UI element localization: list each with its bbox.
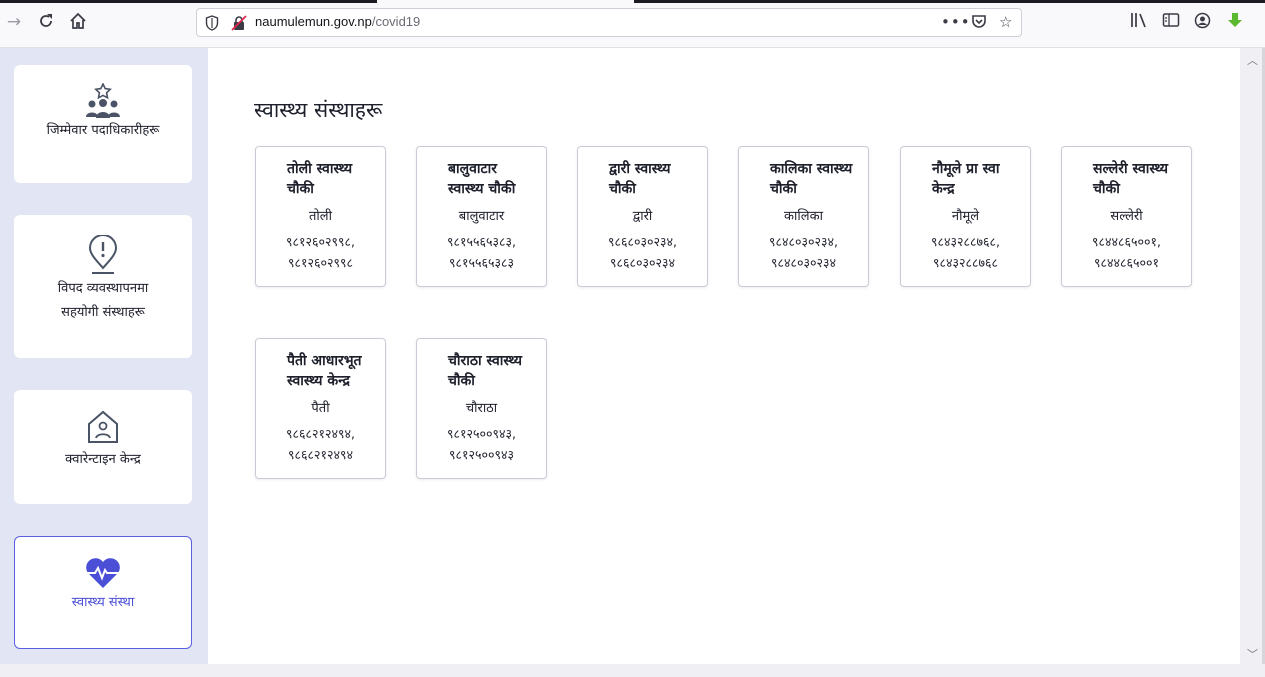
card-phone-2: ९८१५५६५३८३ (448, 255, 514, 270)
sidebar-item-label-line2: सहयोगी संस्थाहरू (61, 305, 145, 320)
card-name: नौमूले प्रा स्वा केन्द्र (932, 161, 1000, 197)
insecure-lock-icon[interactable] (231, 15, 247, 31)
alert-pin-icon (88, 235, 118, 274)
card-phone: ९८४८०३०२३४, ९८४८०३०२३४ (739, 231, 868, 286)
sidebar-item-disaster-partners[interactable]: विपद व्यवस्थापनमा सहयोगी संस्थाहरू (14, 215, 192, 358)
scroll-up-icon[interactable]: ︿ (1247, 52, 1258, 68)
card-phone-1: ९८६८०३०२३४, (608, 234, 677, 249)
window-bottom-edge (0, 664, 1265, 677)
sidebar-item-health-institutions[interactable]: स्वास्थ्य संस्था (14, 536, 192, 649)
card-name: कालिका स्वास्थ्य चौकी (770, 161, 853, 197)
card-phone: ९८४४८६५००१, ९८४४८६५००१ (1062, 231, 1191, 286)
card-phone: ९८६८२१२४९४, ९८६८२१२४९४ (256, 423, 385, 478)
card-name: तोली स्वास्थ्य चौकी (287, 161, 353, 197)
sidebar: जिम्मेवार पदाधिकारीहरू विपद व्यवस्थापनमा… (0, 48, 208, 664)
reload-icon[interactable] (36, 12, 56, 32)
pocket-icon[interactable] (971, 13, 987, 33)
back-icon[interactable]: → (4, 12, 24, 32)
health-card[interactable]: नौमूले प्रा स्वा केन्द्र नौमूले ९८४३२८८७… (900, 146, 1031, 287)
browser-toolbar: → naumulemun.gov.np/covid19 ••• ☆ (0, 0, 1265, 48)
health-card[interactable]: पैती आधारभूत स्वास्थ्य केन्द्र पैती ९८६८… (255, 338, 386, 479)
page-title: स्वास्थ्य संस्थाहरू (254, 98, 383, 122)
card-phone: ९८६८०३०२३४, ९८६८०३०२३४ (578, 231, 707, 286)
card-phone-2: ९८१२६०२९९८ (287, 255, 353, 270)
sidebar-item-label: विपद व्यवस्थापनमा (57, 281, 149, 296)
card-phone: ९८४३२८८७६८, ९८४३२८८७६८ (901, 231, 1030, 286)
sidebar-item-label: जिम्मेवार पदाधिकारीहरू (46, 123, 160, 138)
card-name: पैती आधारभूत स्वास्थ्य केन्द्र (287, 353, 362, 389)
card-phone-2: ९८४३२८८७६८ (932, 255, 998, 270)
card-place: बालुवाटार (458, 209, 505, 224)
card-place: द्वारी (632, 209, 653, 224)
home-icon[interactable] (68, 12, 88, 32)
card-phone-1: ९८४४८६५००१, (1092, 234, 1161, 249)
card-name: द्वारी स्वास्थ्य चौकी (609, 161, 671, 197)
tab-strip (0, 0, 1265, 3)
card-name: सल्लेरी स्वास्थ्य चौकी (1093, 161, 1169, 197)
card-phone-2: ९८६८२१२४९४ (287, 447, 353, 462)
main-content: स्वास्थ्य संस्थाहरू तोली स्वास्थ्य चौकी … (208, 48, 1240, 664)
card-phone-1: ९८४८०३०२३४, (769, 234, 838, 249)
health-card[interactable]: तोली स्वास्थ्य चौकी तोली ९८१२६०२९९८, ९८१२… (255, 146, 386, 287)
card-phone: ९८१२५००९४३, ९८१२५००९४३ (417, 423, 546, 478)
card-place: तोली (309, 209, 332, 224)
card-phone-2: ९८१२५००९४३ (448, 447, 514, 462)
card-place: पैती (311, 401, 330, 416)
people-star-icon (86, 83, 120, 118)
active-tab[interactable] (377, 0, 634, 3)
health-card[interactable]: द्वारी स्वास्थ्य चौकी द्वारी ९८६८०३०२३४,… (577, 146, 708, 287)
card-phone-2: ९८४४८६५००१ (1093, 255, 1159, 270)
card-phone-1: ९८४३२८८७६८, (931, 234, 1000, 249)
card-phone-2: ९८६८०३०२३४ (609, 255, 675, 270)
card-place: कालिका (784, 209, 823, 224)
bookmark-star-icon[interactable]: ☆ (999, 13, 1012, 31)
download-icon[interactable] (1226, 12, 1244, 34)
card-name: चौराठा स्वास्थ्य चौकी (448, 353, 523, 389)
health-card[interactable]: बालुवाटार स्वास्थ्य चौकी बालुवाटार ९८१५५… (416, 146, 547, 287)
health-card[interactable]: कालिका स्वास्थ्य चौकी कालिका ९८४८०३०२३४,… (738, 146, 869, 287)
health-card[interactable]: सल्लेरी स्वास्थ्य चौकी सल्लेरी ९८४४८६५००… (1061, 146, 1192, 287)
page-viewport: जिम्मेवार पदाधिकारीहरू विपद व्यवस्थापनमा… (0, 48, 1240, 664)
sidebar-item-label: क्वारेन्टाइन केन्द्र (65, 452, 141, 467)
card-name: बालुवाटार स्वास्थ्य चौकी (448, 161, 516, 197)
vertical-scrollbar[interactable]: ︿ ﹀ (1240, 48, 1265, 664)
account-icon[interactable] (1194, 12, 1211, 33)
url-path: /covid19 (371, 14, 421, 29)
url-text[interactable]: naumulemun.gov.np/covid19 (255, 14, 420, 29)
more-icon[interactable]: ••• (941, 13, 971, 31)
card-place: सल्लेरी (1110, 209, 1143, 224)
card-phone-1: ९८१५५६५३८३, (447, 234, 516, 249)
card-phone-1: ९८६८२१२४९४, (286, 426, 355, 441)
heart-pulse-icon (85, 558, 121, 588)
health-card[interactable]: चौराठा स्वास्थ्य चौकी चौराठा ९८१२५००९४३,… (416, 338, 547, 479)
card-place: चौराठा (465, 401, 498, 416)
url-host: naumulemun.gov.np (255, 14, 372, 29)
sidebar-item-officials[interactable]: जिम्मेवार पदाधिकारीहरू (14, 65, 192, 183)
url-bar[interactable]: naumulemun.gov.np/covid19 ••• ☆ (196, 8, 1022, 37)
card-phone-2: ९८४८०३०२३४ (770, 255, 836, 270)
card-phone-1: ९८१२६०२९९८, (286, 234, 355, 249)
card-place: नौमूले (951, 209, 980, 224)
card-phone-1: ९८१२५००९४३, (447, 426, 516, 441)
library-icon[interactable] (1130, 12, 1148, 32)
shield-icon[interactable] (205, 15, 219, 31)
sidebar-item-quarantine[interactable]: क्वारेन्टाइन केन्द्र (14, 390, 192, 504)
card-phone: ९८१५५६५३८३, ९८१५५६५३८३ (417, 231, 546, 286)
house-person-icon (88, 410, 118, 443)
scroll-down-icon[interactable]: ﹀ (1247, 646, 1258, 662)
sidebar-item-label: स्वास्थ्य संस्था (71, 595, 135, 610)
reader-icon[interactable] (1162, 12, 1180, 32)
card-phone: ९८१२६०२९९८, ९८१२६०२९९८ (256, 231, 385, 286)
